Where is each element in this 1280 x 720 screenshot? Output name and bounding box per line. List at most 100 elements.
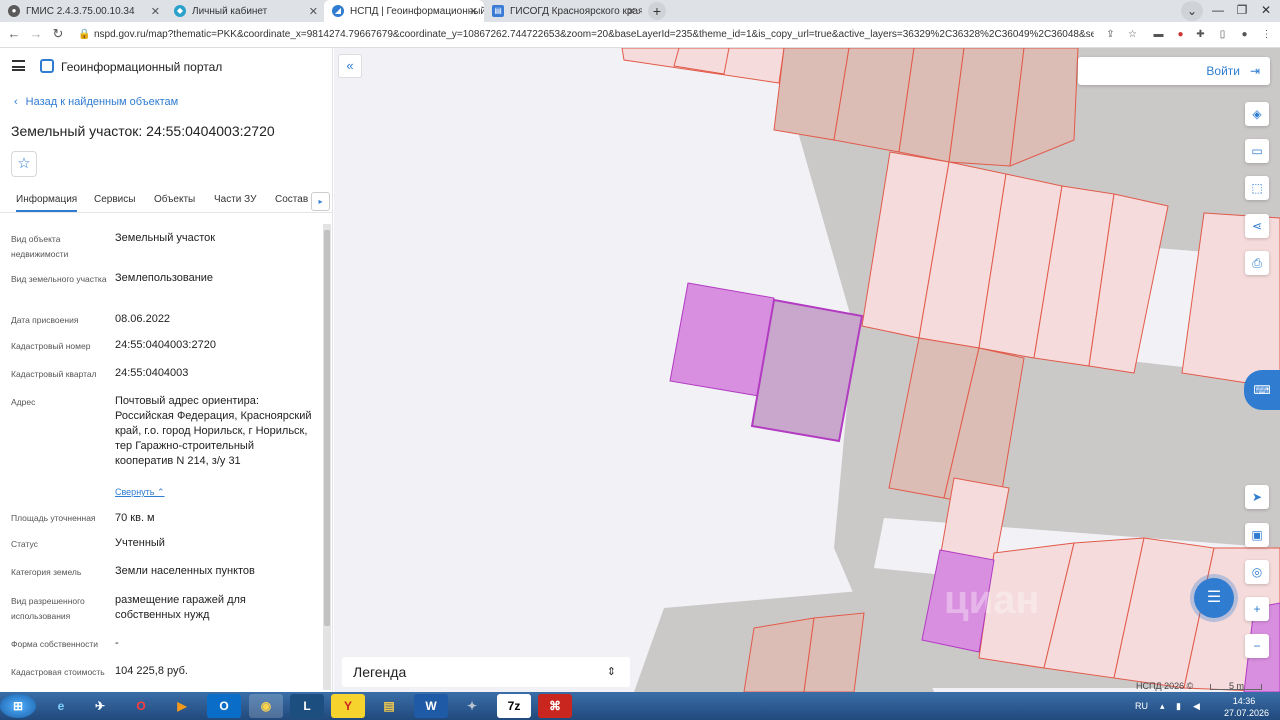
tab-search-icon[interactable]: ⌄ [1181, 1, 1203, 21]
menu-icon[interactable] [12, 60, 25, 71]
attr-value: - [115, 637, 119, 649]
tabs-scroll-right-icon[interactable]: ▸ [311, 192, 330, 211]
layers-icon[interactable]: ◈ [1245, 102, 1269, 126]
info-panel: Геоинформационный портал ‹ Назад к найден… [0, 48, 333, 692]
login-button[interactable]: Войти ⇥ [1078, 57, 1270, 85]
tab-services[interactable]: Сервисы [94, 194, 135, 205]
url-text: nspd.gov.ru/map?thematic=PKK&coordinate_… [94, 29, 1094, 40]
attr-label: Кадастровый номер [11, 341, 91, 351]
sidepanel-icon[interactable]: ▯ [1216, 28, 1229, 41]
attr-value: Земельный участок [115, 232, 216, 244]
browser-tab-active[interactable]: ◢ НСПД | Геоинформационный п ✕ [324, 0, 484, 22]
share-icon[interactable]: ⇪ [1104, 28, 1117, 41]
attr-value: 104 225,8 руб. [115, 665, 188, 677]
media-player-icon[interactable]: ▶ [165, 694, 199, 718]
minimize-icon[interactable]: — [1206, 0, 1230, 22]
browser-tab[interactable]: ◆ Личный кабинет ✕ [166, 0, 324, 22]
select-area-icon[interactable]: ⬚ [1245, 176, 1269, 200]
profile-icon[interactable]: ● [1238, 28, 1251, 41]
clock-time: 14:36 [1232, 696, 1256, 706]
restore-icon[interactable]: ❐ [1230, 0, 1254, 22]
ruler-icon[interactable]: ▭ [1245, 139, 1269, 163]
forward-icon[interactable]: → [27, 26, 45, 41]
chrome-icon[interactable]: ◉ [249, 694, 283, 718]
tab-objects[interactable]: Объекты [154, 194, 195, 205]
browser-tab[interactable]: ● ГМИС 2.4.3.75.00.10.34 ✕ [0, 0, 166, 22]
attr-label: Категория земель [11, 567, 82, 577]
language-indicator[interactable]: RU [1135, 700, 1148, 712]
start-button[interactable]: ⊞ [0, 694, 36, 718]
globe-icon: ● [8, 5, 20, 17]
extension-icon[interactable]: ● [1174, 28, 1187, 41]
close-icon[interactable]: ✕ [627, 5, 636, 18]
login-icon: ⇥ [1249, 64, 1260, 78]
print-icon[interactable]: ⎙ [1245, 251, 1269, 275]
clock[interactable]: 14:36 27.07.2026 [1224, 695, 1269, 719]
help-chat-icon[interactable]: ⌨ [1244, 370, 1280, 410]
panel-header: Геоинформационный портал [0, 48, 333, 84]
map-view[interactable]: циан « Войти ⇥ ◈ ▭ ⬚ ⋖ ⎙ ⌨ ➤ ▣ ◎ + − ☰ Ле… [334, 48, 1280, 692]
collapse-label: Свернуть [115, 487, 155, 497]
legend-bar[interactable]: Легенда ⇕ [342, 657, 630, 687]
scrollbar-thumb[interactable] [324, 230, 330, 626]
tab-information[interactable]: Информация [16, 194, 78, 212]
back-icon[interactable]: ← [5, 26, 23, 41]
geolocation-icon[interactable]: ◎ [1245, 560, 1269, 584]
browser-tab-strip: ● ГМИС 2.4.3.75.00.10.34 ✕ ◆ Личный каби… [0, 0, 1280, 22]
url-field[interactable]: 🔒 nspd.gov.ru/map?thematic=PKK&coordinat… [74, 25, 1094, 45]
pdf-icon[interactable]: ⌘ [538, 694, 572, 718]
cadastral-block[interactable]: 24:55:0404003 [115, 366, 315, 381]
chat-icon[interactable]: ☰ [1194, 578, 1234, 618]
attr-value: Земли населенных пунктов [115, 565, 255, 577]
zoom-out-icon[interactable]: − [1245, 634, 1269, 658]
collapse-link[interactable]: Свернуть ⌃ [115, 487, 165, 498]
browser-tab[interactable]: ▤ ГИСОГД Красноярского края ✕ [484, 0, 642, 22]
7zip-icon[interactable]: 7z [497, 694, 531, 718]
minimap-icon[interactable]: ▣ [1245, 523, 1269, 547]
bookmark-star-icon[interactable]: ☆ [1126, 28, 1139, 41]
extensions-puzzle-icon[interactable]: ✚ [1194, 28, 1207, 41]
ie-icon[interactable]: e [44, 694, 78, 718]
legend-label: Легенда [353, 664, 407, 680]
close-icon[interactable]: ✕ [151, 5, 160, 18]
attr-label: Кадастровая стоимость [11, 667, 105, 677]
explorer-icon[interactable]: ▤ [372, 694, 406, 718]
tab-composition[interactable]: Состав [275, 194, 308, 205]
volume-icon[interactable]: ◀ [1193, 700, 1200, 712]
cadastral-number[interactable]: 24:55:0404003:2720 [115, 338, 315, 353]
map-attribution: НСПД 2026 © [1136, 681, 1194, 691]
network-icon[interactable]: ▮ [1176, 700, 1181, 712]
collapse-panel-icon[interactable]: « [338, 54, 362, 78]
close-window-icon[interactable]: ✕ [1254, 0, 1278, 22]
extension-icon[interactable]: ▬ [1152, 28, 1165, 41]
tray-arrow-icon[interactable]: ▴ [1160, 700, 1165, 712]
reload-icon[interactable]: ↻ [49, 26, 67, 42]
panel-tabs: Информация Сервисы Объекты Части ЗУ Сост… [0, 189, 333, 213]
share-icon[interactable]: ⋖ [1245, 214, 1269, 238]
panel-scrollbar[interactable] [323, 224, 331, 690]
parcel-neighbor[interactable] [669, 282, 775, 397]
attr-value: размещение гаражей для собственных нужд [115, 594, 246, 621]
bird-app-icon[interactable]: ✈ [83, 694, 117, 718]
tab-parts[interactable]: Части ЗУ [214, 194, 256, 205]
back-link-label: Назад к найденным объектам [25, 96, 179, 108]
menu-icon[interactable]: ⋮ [1260, 28, 1273, 41]
outlook-icon[interactable]: O [207, 694, 241, 718]
lo-icon[interactable]: L [290, 694, 324, 718]
back-to-results-link[interactable]: ‹ Назад к найденным объектам [14, 96, 178, 108]
tool-app-icon[interactable]: ✦ [455, 694, 489, 718]
cadastral-map[interactable] [334, 48, 1280, 692]
scale-label: 5 m [1229, 681, 1245, 691]
close-icon[interactable]: ✕ [469, 5, 478, 18]
opera-icon[interactable]: O [124, 694, 158, 718]
lock-icon: 🔒 [78, 29, 91, 40]
close-icon[interactable]: ✕ [309, 5, 318, 18]
yandex-icon[interactable]: Y [331, 694, 365, 718]
locate-icon[interactable]: ➤ [1245, 485, 1269, 509]
chevron-left-icon: ‹ [14, 96, 18, 108]
login-label: Войти [1206, 64, 1240, 78]
favorite-star-icon[interactable]: ☆ [11, 151, 37, 177]
new-tab-button[interactable]: + [648, 2, 666, 20]
word-icon[interactable]: W [414, 694, 448, 718]
zoom-in-icon[interactable]: + [1245, 597, 1269, 621]
